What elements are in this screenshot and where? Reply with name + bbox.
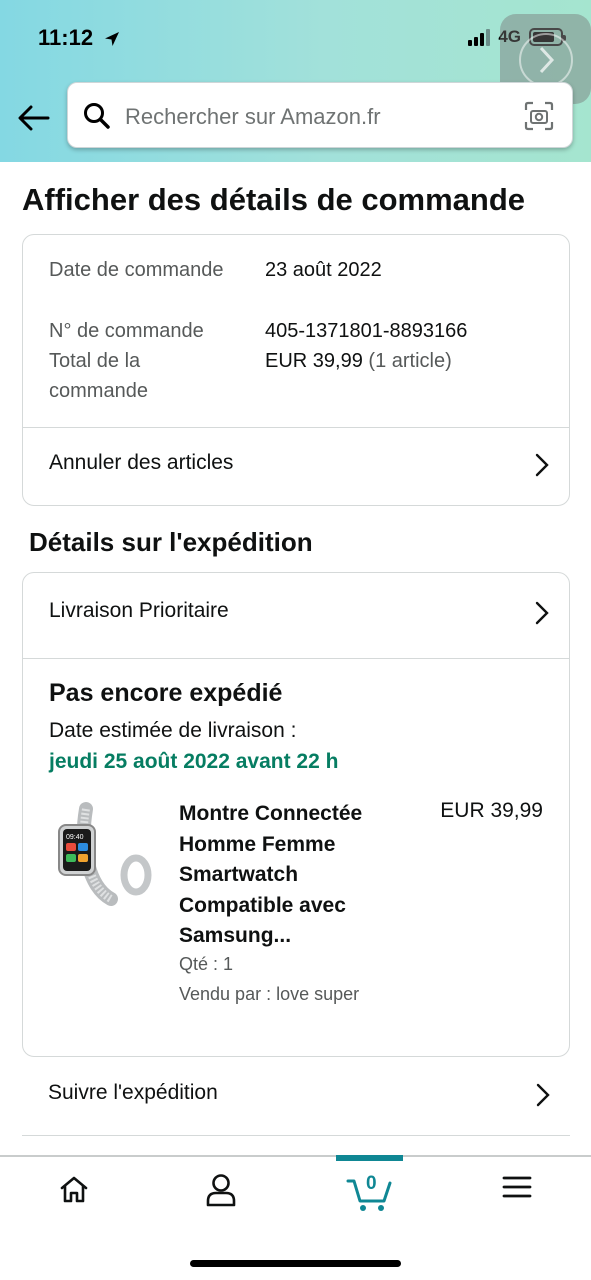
camera-scan-icon[interactable]	[524, 101, 554, 131]
product-seller: Vendu par : love super	[179, 984, 360, 1004]
home-icon	[60, 1176, 88, 1203]
shipment-card: Livraison Prioritaire Pas encore expédié…	[22, 572, 570, 1057]
product-title-link[interactable]: Montre Connectée Homme Femme Smartwatch …	[179, 799, 399, 952]
cancel-items-link[interactable]: Annuler des articles	[23, 428, 569, 504]
order-total-label: Total de la commande	[49, 350, 148, 402]
chevron-right-icon	[519, 33, 573, 87]
page-title: Afficher des détails de commande	[22, 182, 526, 217]
order-number-label: N° de commande	[49, 320, 204, 342]
user-icon	[206, 1174, 236, 1207]
order-summary-card: Date de commande 23 août 2022 N° de comm…	[22, 234, 570, 506]
track-shipment-label: Suivre l'expédition	[48, 1081, 218, 1104]
cart-tab-indicator	[336, 1155, 403, 1161]
header: 11:12 4G Rechercher sur Amazon.fr	[0, 0, 591, 162]
search-icon	[84, 103, 110, 129]
tab-home[interactable]	[44, 1173, 104, 1219]
delivery-method-label: Livraison Prioritaire	[49, 599, 229, 622]
eta-date: jeudi 25 août 2022 avant 22 h	[49, 750, 339, 773]
status-time-text: 11:12	[38, 25, 94, 50]
tab-cart[interactable]: 0	[340, 1173, 400, 1219]
order-total-items: (1 article)	[368, 350, 452, 372]
search-input[interactable]: Rechercher sur Amazon.fr	[125, 104, 381, 130]
arrow-left-icon	[18, 105, 50, 131]
menu-icon	[502, 1176, 532, 1198]
tab-account[interactable]	[191, 1173, 251, 1219]
divider	[23, 658, 569, 659]
order-number-value: 405-1371801-8893166	[265, 320, 468, 342]
order-total-value: EUR 39,99	[265, 350, 363, 372]
track-shipment-link[interactable]: Suivre l'expédition	[22, 1058, 570, 1136]
chevron-right-icon	[535, 453, 549, 477]
signal-icon	[468, 28, 491, 46]
chevron-right-icon	[536, 1083, 550, 1107]
back-button[interactable]	[16, 100, 52, 136]
product-quantity: Qté : 1	[179, 954, 234, 974]
status-time: 11:12	[38, 25, 121, 51]
cart-count-badge: 0	[366, 1173, 377, 1194]
product-price: EUR 39,99	[440, 799, 543, 822]
cancel-items-label: Annuler des articles	[49, 451, 234, 474]
order-date-label: Date de commande	[49, 259, 224, 281]
tab-menu[interactable]	[487, 1173, 547, 1219]
svg-text:09:40: 09:40	[66, 834, 84, 841]
order-total-value-wrap: EUR 39,99 (1 article)	[265, 346, 452, 376]
home-indicator[interactable]	[190, 1260, 401, 1267]
delivery-method-link[interactable]: Livraison Prioritaire	[23, 576, 569, 652]
shipping-section-title: Détails sur l'expédition	[29, 527, 313, 557]
product-image[interactable]: 09:40	[51, 799, 161, 909]
chevron-right-icon	[535, 601, 549, 625]
eta-label: Date estimée de livraison :	[49, 719, 297, 742]
location-arrow-icon	[105, 32, 120, 47]
shipment-status: Pas encore expédié	[49, 679, 283, 707]
order-date-value: 23 août 2022	[265, 259, 382, 281]
search-bar[interactable]: Rechercher sur Amazon.fr	[67, 82, 573, 148]
